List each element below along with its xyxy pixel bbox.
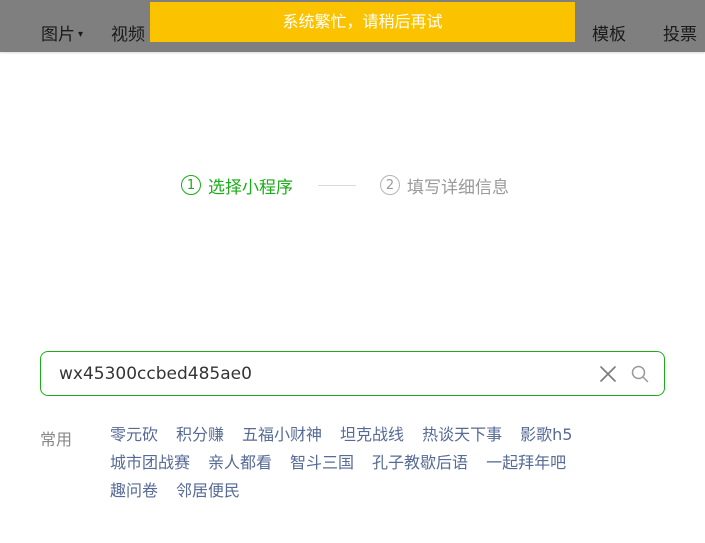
common-tag[interactable]: 孔子教歇后语 [372,452,468,474]
common-tag[interactable]: 影歌h5 [520,424,572,446]
common-tag[interactable]: 城市团战赛 [110,452,190,474]
step-number: 2 [380,175,400,195]
step-label: 填写详细信息 [407,177,509,198]
search-input[interactable] [59,352,579,395]
step-divider [318,184,356,186]
toolbar-item-label: 图片 [41,25,75,45]
toolbar-item-video[interactable]: 视频 [111,24,145,46]
search-icon[interactable] [630,364,650,384]
step-indicator: 1 选择小程序 2 填写详细信息 [181,172,509,198]
error-toast: 系统繁忙，请稍后再试 [150,2,575,42]
step-fill-details: 2 填写详细信息 [380,173,509,198]
toolbar-item-image[interactable]: 图片 ▾ [41,24,83,46]
common-tag-list: 零元砍 积分赚 五福小财神 坦克战线 热谈天下事 影歌h5 城市团战赛 亲人都看… [110,424,630,502]
common-tag[interactable]: 亲人都看 [208,452,272,474]
toolbar-item-template[interactable]: 模板 [592,24,626,46]
common-tag[interactable]: 五福小财神 [242,424,322,446]
close-icon[interactable] [598,364,618,384]
common-tag[interactable]: 坦克战线 [340,424,404,446]
step-label: 选择小程序 [208,177,293,198]
common-tag[interactable]: 积分赚 [176,424,224,446]
search-box [40,351,665,396]
chevron-down-icon: ▾ [78,29,84,40]
toolbar-item-vote[interactable]: 投票 [663,24,697,46]
common-tag[interactable]: 趣问卷 [110,480,158,502]
common-tag[interactable]: 一起拜年吧 [486,452,566,474]
common-tag[interactable]: 智斗三国 [290,452,354,474]
common-tag[interactable]: 邻居便民 [176,480,240,502]
common-tag[interactable]: 零元砍 [110,424,158,446]
common-label: 常用 [40,430,73,449]
common-tag[interactable]: 热谈天下事 [422,424,502,446]
step-select-miniprogram: 1 选择小程序 [181,173,293,198]
step-number: 1 [181,175,201,195]
